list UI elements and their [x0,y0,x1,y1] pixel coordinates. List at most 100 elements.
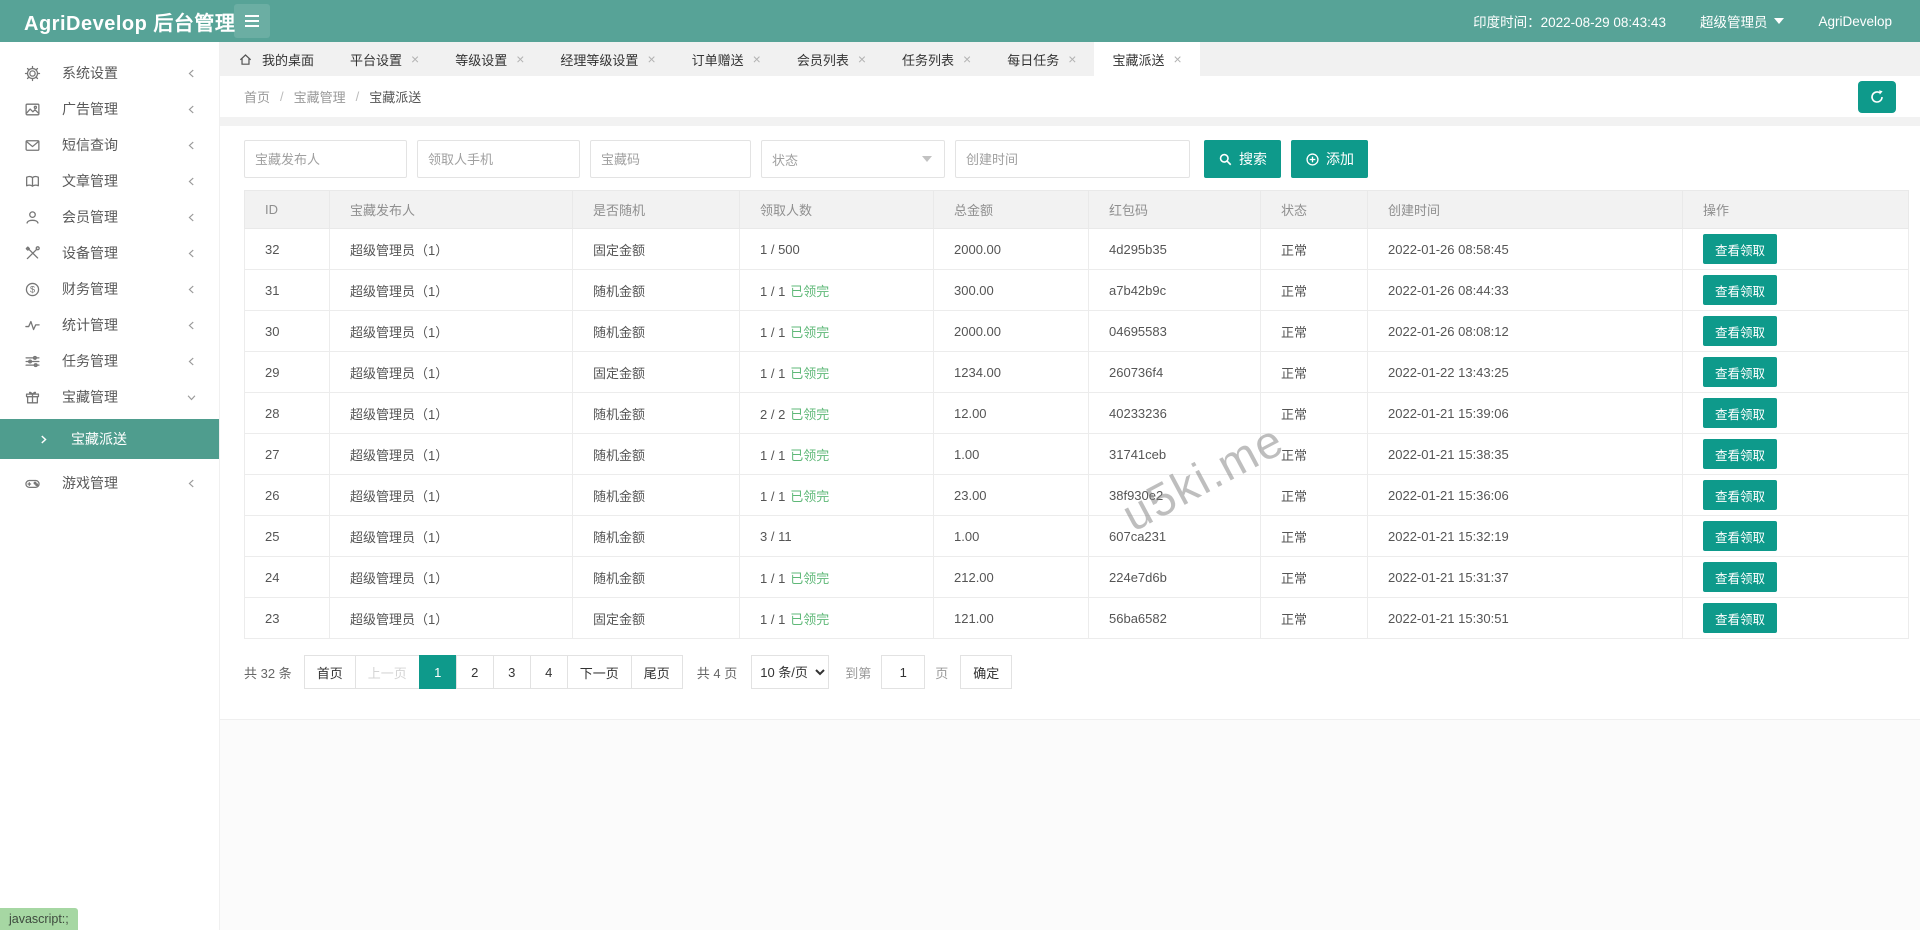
gear-icon [24,65,41,82]
hamburger-menu-button[interactable] [234,4,270,38]
close-icon[interactable]: × [647,52,655,66]
tab-我的桌面[interactable]: 我的桌面 [220,42,332,76]
row-created-time: 2022-01-21 15:38:35 [1367,433,1683,475]
view-claims-button[interactable]: 查看领取 [1703,398,1778,428]
row-claims: 1 / 1 已领完 [739,269,934,311]
page-next-button[interactable]: 下一页 [566,655,632,689]
page-first-button[interactable]: 首页 [303,655,356,689]
create-time-input[interactable] [955,140,1190,178]
breadcrumb: 首页 / 宝藏管理 / 宝藏派送 [244,87,421,106]
table-row: 24 超级管理员（1） 随机金额 1 / 1 已领完 212.00 224e7d6b 正常 20… [244,556,1909,598]
page-number-4[interactable]: 4 [529,655,568,689]
row-claims: 1 / 1 已领完 [739,597,934,639]
claims-done-tag: 已领完 [790,570,830,586]
row-created-time: 2022-01-26 08:58:45 [1367,228,1683,270]
page-prev-button: 上一页 [354,655,420,689]
claims-value: 1 / 1 [760,324,786,340]
sidebar-item-宝藏管理[interactable]: 宝藏管理 [0,379,219,415]
add-button[interactable]: 添加 [1291,140,1368,178]
tab-会员列表[interactable]: 会员列表 × [779,42,884,76]
gift-icon [24,389,41,406]
publisher-input[interactable] [244,140,407,178]
confirm-button[interactable]: 确定 [960,655,1013,689]
tab-经理等级设置[interactable]: 经理等级设置 × [542,42,673,76]
table-row: 25 超级管理员（1） 随机金额 3 / 11 1.00 607ca231 正常 2022-0… [244,515,1909,557]
row-actions: 查看领取 [1682,515,1909,557]
view-claims-button[interactable]: 查看领取 [1703,316,1778,346]
brand-link[interactable]: AgriDevelop [1818,14,1892,29]
page-number-2[interactable]: 2 [455,655,494,689]
sidebar-item-系统设置[interactable]: 系统设置 [0,55,219,91]
dollar-icon: $ [24,281,41,298]
refresh-icon [1869,89,1885,105]
tab-等级设置[interactable]: 等级设置 × [437,42,542,76]
view-claims-button[interactable]: 查看领取 [1703,357,1778,387]
row-actions: 查看领取 [1682,474,1909,516]
total-count: 共 32 条 [244,665,292,681]
view-claims-button[interactable]: 查看领取 [1703,439,1778,469]
tab-label: 订单赠送 [691,52,744,68]
tab-每日任务[interactable]: 每日任务 × [989,42,1094,76]
claims-done-tag: 已领完 [790,488,830,504]
sidebar-item-统计管理[interactable]: 统计管理 [0,307,219,343]
sidebar-subitem-宝藏派送[interactable]: 宝藏派送 [0,419,219,459]
tab-订单赠送[interactable]: 订单赠送 × [674,42,779,76]
claims-done-tag: 已领完 [790,365,830,381]
table-header-row: ID 宝藏发布人 是否随机 领取人数 总金额 红包码 状态 创建时间 操作 [244,190,1909,229]
view-claims-button[interactable]: 查看领取 [1703,562,1778,592]
user-menu[interactable]: 超级管理员 [1700,11,1785,31]
close-icon[interactable]: × [753,52,761,66]
sidebar-item-短信查询[interactable]: 短信查询 [0,127,219,163]
chevron-left-icon [186,104,197,115]
table-row: 27 超级管理员（1） 随机金额 1 / 1 已领完 1.00 31741ceb 正常 2022… [244,433,1909,475]
tab-平台设置[interactable]: 平台设置 × [332,42,437,76]
page-last-button[interactable]: 尾页 [630,655,683,689]
close-icon[interactable]: × [1173,52,1181,66]
tab-宝藏派送[interactable]: 宝藏派送 × [1094,42,1200,76]
tab-任务列表[interactable]: 任务列表 × [884,42,989,76]
sidebar-item-财务管理[interactable]: $ 财务管理 [0,271,219,307]
goto-page-input[interactable] [881,655,926,689]
close-icon[interactable]: × [516,52,524,66]
row-created-time: 2022-01-26 08:08:12 [1367,310,1683,352]
chevron-left-icon [186,176,197,187]
sidebar-item-label: 财务管理 [62,281,118,297]
refresh-button[interactable] [1858,80,1896,113]
claims-value: 1 / 1 [760,488,786,504]
treasure-code-input[interactable] [590,140,751,178]
view-claims-button[interactable]: 查看领取 [1703,521,1778,551]
row-redpacket-code: 56ba6582 [1088,597,1261,639]
per-page-select[interactable]: 10 条/页 [751,655,830,689]
column-header-宝藏发布人: 宝藏发布人 [329,190,573,229]
search-button[interactable]: 搜索 [1204,140,1281,178]
tools-icon [24,245,41,262]
close-icon[interactable]: × [858,52,866,66]
breadcrumb-item[interactable]: 宝藏管理 [294,87,346,106]
view-claims-button[interactable]: 查看领取 [1703,480,1778,510]
phone-input[interactable] [417,140,580,178]
close-icon[interactable]: × [963,52,971,66]
sidebar-item-游戏管理[interactable]: 游戏管理 [0,465,219,501]
sidebar-item-会员管理[interactable]: 会员管理 [0,199,219,235]
breadcrumb-item[interactable]: 首页 [244,87,270,106]
tab-label: 我的桌面 [262,52,315,68]
sidebar-item-label: 会员管理 [62,209,118,225]
sidebar-item-label: 文章管理 [62,173,118,189]
view-claims-button[interactable]: 查看领取 [1703,234,1778,264]
sidebar-item-广告管理[interactable]: 广告管理 [0,91,219,127]
sidebar-item-文章管理[interactable]: 文章管理 [0,163,219,199]
close-icon[interactable]: × [411,52,419,66]
page-number-3[interactable]: 3 [492,655,531,689]
sidebar-item-任务管理[interactable]: 任务管理 [0,343,219,379]
page-suffix-label: 页 [935,665,949,681]
sidebar-item-设备管理[interactable]: 设备管理 [0,235,219,271]
row-claims: 1 / 1 已领完 [739,433,934,475]
claims-value: 1 / 500 [760,241,800,257]
view-claims-button[interactable]: 查看领取 [1703,275,1778,305]
row-status: 正常 [1260,310,1368,352]
sidebar-item-label: 短信查询 [62,137,118,153]
close-icon[interactable]: × [1068,52,1076,66]
view-claims-button[interactable]: 查看领取 [1703,603,1778,633]
status-select[interactable]: 状态 [761,140,945,178]
page-number-1[interactable]: 1 [418,655,457,689]
